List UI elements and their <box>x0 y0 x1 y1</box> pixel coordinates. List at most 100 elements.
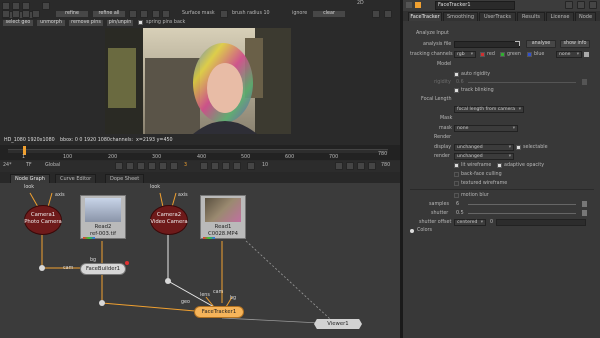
blue-channel-checkbox[interactable] <box>527 52 532 57</box>
unmorph-button[interactable]: unmorph <box>36 19 66 27</box>
first-frame-icon[interactable] <box>115 162 123 170</box>
back-face-culling-checkbox[interactable] <box>454 172 459 177</box>
tab-dope-sheet[interactable]: Dope Sheet <box>105 174 145 183</box>
prev-frame-icon[interactable] <box>148 162 156 170</box>
flipbook-icon[interactable] <box>335 162 343 170</box>
track-blinking-checkbox[interactable] <box>454 88 459 93</box>
stop-icon[interactable] <box>159 162 167 170</box>
shutter-slider-handle[interactable] <box>582 210 587 216</box>
range-icon[interactable] <box>357 162 365 170</box>
dot-node[interactable] <box>165 278 171 284</box>
lit-wireframe-checkbox[interactable] <box>454 163 459 168</box>
alpha-channel-dropdown[interactable]: none <box>556 51 582 58</box>
green-channel-checkbox[interactable] <box>500 52 505 57</box>
step-back-icon[interactable] <box>170 162 178 170</box>
viewer-settings-icon[interactable] <box>372 10 380 18</box>
auto-rigidity-checkbox[interactable] <box>454 72 459 77</box>
tab-results[interactable]: Results <box>517 12 545 21</box>
file-browse-icon[interactable] <box>515 41 520 46</box>
close-panel-icon[interactable] <box>406 2 412 8</box>
last-frame-icon[interactable] <box>233 162 241 170</box>
refine-button[interactable]: refine <box>55 10 89 18</box>
mask-dropdown[interactable]: none <box>454 125 518 132</box>
brush-icon[interactable] <box>220 10 228 18</box>
panel-float-icon[interactable] <box>565 1 573 9</box>
tracking-channels-dropdown[interactable]: rgb <box>454 51 476 58</box>
next-keyframe-icon[interactable] <box>222 162 230 170</box>
shutter-offset-dropdown[interactable]: centered <box>454 219 486 226</box>
colors-expand-icon[interactable] <box>410 229 414 233</box>
tracker-options-icon[interactable] <box>2 2 10 10</box>
samples-slider-handle[interactable] <box>582 201 587 207</box>
pin-unpin-button[interactable]: pin/unpin <box>106 19 134 27</box>
samples-slider[interactable] <box>468 204 576 205</box>
gear-icon[interactable] <box>162 10 170 18</box>
track-forward-step-icon[interactable] <box>22 10 30 18</box>
dot-node[interactable] <box>99 300 105 306</box>
panel-close-icon[interactable] <box>589 1 597 9</box>
shutter-value[interactable]: 0.5 <box>456 211 464 216</box>
tab-usertracks[interactable]: UserTracks <box>479 12 516 21</box>
shutter-offset-field[interactable] <box>496 219 586 226</box>
tab-node-graph[interactable]: Node Graph <box>10 174 50 183</box>
prev-keyframe-icon[interactable] <box>126 162 134 170</box>
tab-license[interactable]: License <box>546 12 574 21</box>
motion-blur-checkbox[interactable] <box>454 193 459 198</box>
analysis-file-input[interactable] <box>454 41 520 48</box>
select-geo-button[interactable]: select geo <box>2 19 34 27</box>
clear-button[interactable]: clear <box>312 10 346 18</box>
remove-pins-button[interactable]: remove pins <box>68 19 104 27</box>
wireframe-icon[interactable] <box>12 2 20 10</box>
dot-node[interactable] <box>39 265 45 271</box>
next-frame-icon[interactable] <box>211 162 219 170</box>
pin-icon[interactable] <box>152 10 160 18</box>
play-forward-icon[interactable] <box>200 162 208 170</box>
red-channel-checkbox[interactable] <box>480 52 485 57</box>
mesh-icon[interactable] <box>22 2 30 10</box>
edge-label-cam: cam <box>63 266 74 271</box>
render-dropdown[interactable]: unchanged <box>454 153 514 160</box>
panel-help-icon[interactable] <box>577 1 585 9</box>
rigidity-value[interactable]: 0.6 <box>456 80 464 85</box>
end-frame-field[interactable]: 780 <box>381 163 390 168</box>
render-label: render <box>434 154 450 159</box>
tf-dropdown[interactable]: TF <box>26 163 32 168</box>
textured-wireframe-checkbox[interactable] <box>454 181 459 186</box>
shutter-slider[interactable] <box>468 213 576 214</box>
colors-heading[interactable]: Colors <box>417 228 432 233</box>
track-forward-icon[interactable] <box>32 10 40 18</box>
rigidity-slider-handle[interactable] <box>582 79 587 85</box>
show-info-button[interactable]: show info <box>560 40 590 48</box>
refine-all-button[interactable]: refine all <box>92 10 126 18</box>
sync-icon[interactable] <box>42 2 50 10</box>
panel-title[interactable]: FaceTracker1 <box>435 1 515 10</box>
samples-value[interactable]: 6 <box>456 202 459 207</box>
tab-curve-editor[interactable]: Curve Editor <box>55 174 97 183</box>
shutter-offset-number[interactable]: 0 <box>490 220 493 225</box>
track-back-icon[interactable] <box>2 10 10 18</box>
center-geo-icon[interactable] <box>129 10 137 18</box>
global-dropdown[interactable]: Global <box>45 163 60 168</box>
spring-pins-back-checkbox[interactable] <box>138 20 143 25</box>
play-backward-icon[interactable] <box>137 162 145 170</box>
track-back-step-icon[interactable] <box>12 10 20 18</box>
analyse-button[interactable]: analyse <box>526 40 556 48</box>
focus-icon[interactable] <box>140 10 148 18</box>
cache-icon[interactable] <box>346 162 354 170</box>
rigidity-slider[interactable] <box>468 82 576 83</box>
adaptive-opacity-checkbox[interactable] <box>497 163 502 168</box>
viewer-lock-icon[interactable] <box>384 10 392 18</box>
selectable-checkbox[interactable] <box>516 145 521 150</box>
playhead[interactable] <box>23 146 27 155</box>
timeline-track[interactable] <box>8 149 388 153</box>
fps-field[interactable]: 24* <box>3 163 12 168</box>
tab-facetracker[interactable]: FaceTracker <box>408 12 442 21</box>
bookmark-icon[interactable] <box>368 162 376 170</box>
focal-length-dropdown[interactable]: focal length from camera <box>454 106 524 113</box>
step-field[interactable]: 10 <box>262 163 268 168</box>
display-dropdown[interactable]: unchanged <box>454 144 514 151</box>
tab-smoothing[interactable]: Smoothing <box>443 12 478 21</box>
current-frame-field[interactable]: 3 <box>184 163 187 168</box>
tab-node[interactable]: Node <box>575 12 596 21</box>
loop-icon[interactable] <box>247 162 255 170</box>
